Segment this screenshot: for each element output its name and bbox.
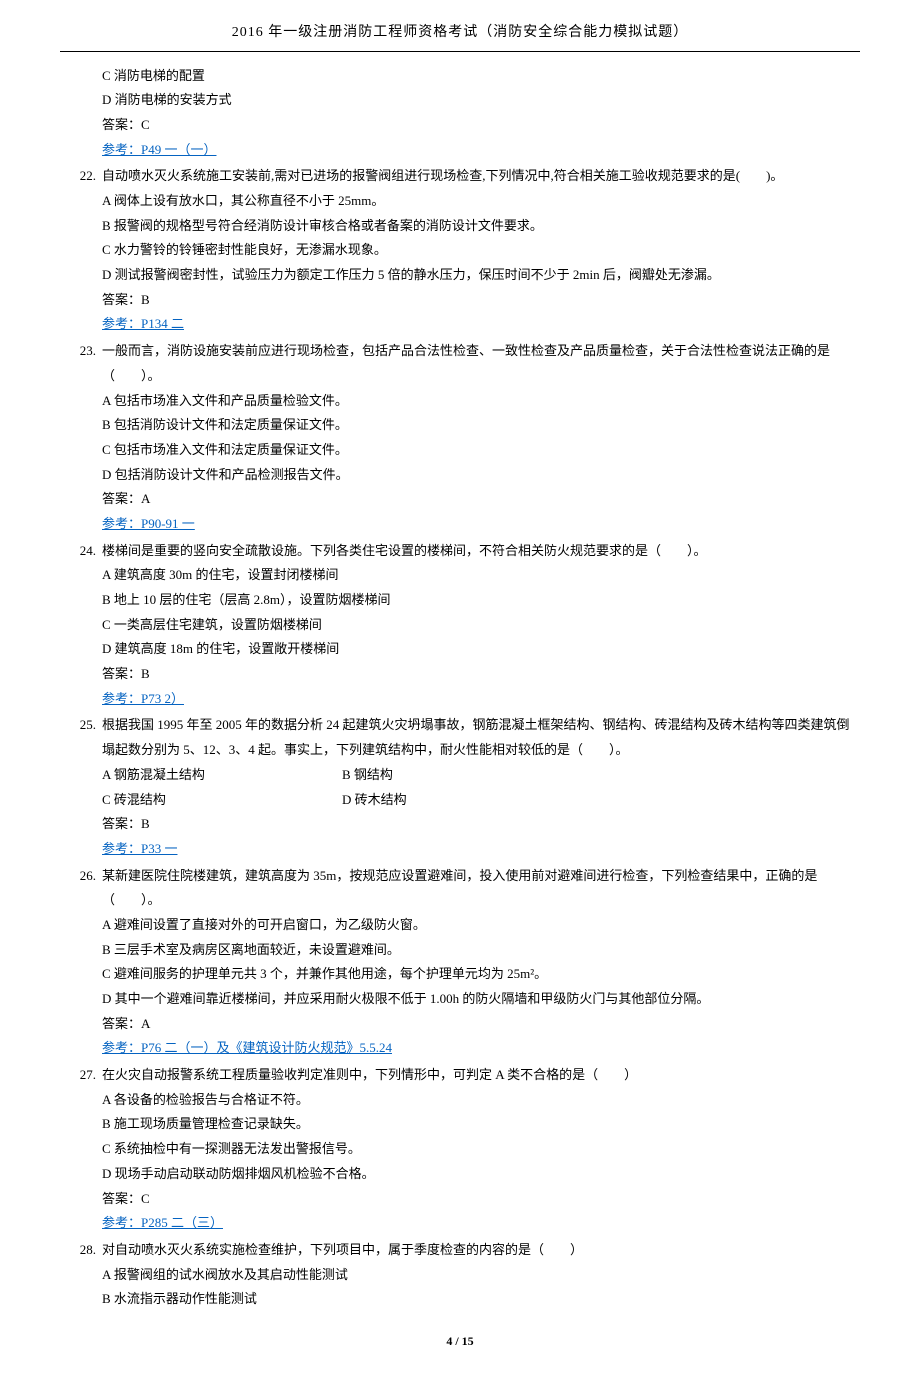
option-a: A 包括市场准入文件和产品质量检验文件。	[102, 389, 860, 414]
option-a: A 建筑高度 30m 的住宅，设置封闭楼梯间	[102, 563, 860, 588]
question-stem: 自动喷水灭火系统施工安装前,需对已进场的报警阀组进行现场检查,下列情况中,符合相…	[102, 164, 860, 189]
question-number: 23.	[60, 339, 102, 537]
option-d: D 其中一个避难间靠近楼梯间，并应采用耐火极限不低于 1.00h 的防火隔墙和甲…	[102, 987, 860, 1012]
option-d: D 消防电梯的安装方式	[102, 88, 860, 113]
option-b: B 包括消防设计文件和法定质量保证文件。	[102, 413, 860, 438]
question-stem: 一般而言，消防设施安装前应进行现场检查，包括产品合法性检查、一致性检查及产品质量…	[102, 339, 860, 388]
option-b: B 施工现场质量管理检查记录缺失。	[102, 1112, 860, 1137]
option-c: C 砖混结构	[102, 788, 342, 813]
question-stem: 对自动喷水灭火系统实施检查维护，下列项目中，属于季度检查的内容的是（ ）	[102, 1238, 860, 1263]
option-c: C 系统抽检中有一探测器无法发出警报信号。	[102, 1137, 860, 1162]
answer-label: 答案：B	[102, 662, 860, 687]
option-b: B 水流指示器动作性能测试	[102, 1287, 860, 1312]
reference-link[interactable]: 参考：P73 2）	[102, 691, 184, 706]
answer-label: 答案：B	[102, 812, 860, 837]
answer-label: 答案：C	[102, 113, 860, 138]
question-22: 22. 自动喷水灭火系统施工安装前,需对已进场的报警阀组进行现场检查,下列情况中…	[60, 164, 860, 337]
option-d: D 测试报警阀密封性，试验压力为额定工作压力 5 倍的静水压力，保压时间不少于 …	[102, 263, 860, 288]
question-25: 25. 根据我国 1995 年至 2005 年的数据分析 24 起建筑火灾坍塌事…	[60, 713, 860, 861]
option-c: C 避难间服务的护理单元共 3 个，并兼作其他用途，每个护理单元均为 25m²。	[102, 962, 860, 987]
option-d: D 现场手动启动联动防烟排烟风机检验不合格。	[102, 1162, 860, 1187]
question-23: 23. 一般而言，消防设施安装前应进行现场检查，包括产品合法性检查、一致性检查及…	[60, 339, 860, 537]
answer-label: 答案：B	[102, 288, 860, 313]
page-header: 2016 年一级注册消防工程师资格考试（消防安全综合能力模拟试题）	[60, 20, 860, 52]
option-a: A 阀体上设有放水口，其公称直径不小于 25mm。	[102, 189, 860, 214]
option-d: D 砖木结构	[342, 788, 582, 813]
reference-link[interactable]: 参考：P76 二（一）及《建筑设计防火规范》5.5.24	[102, 1040, 392, 1055]
question-number: 26.	[60, 864, 102, 1062]
option-b: B 报警阀的规格型号符合经消防设计审核合格或者备案的消防设计文件要求。	[102, 214, 860, 239]
question-21-continued: C 消防电梯的配置 D 消防电梯的安装方式 答案：C 参考：P49 一（一）	[60, 64, 860, 163]
question-stem: 在火灾自动报警系统工程质量验收判定准则中，下列情形中，可判定 A 类不合格的是（…	[102, 1063, 860, 1088]
question-number: 27.	[60, 1063, 102, 1236]
question-26: 26. 某新建医院住院楼建筑，建筑高度为 35m，按规范应设置避难间，投入使用前…	[60, 864, 860, 1062]
option-a: A 钢筋混凝土结构	[102, 763, 342, 788]
question-24: 24. 楼梯间是重要的竖向安全疏散设施。下列各类住宅设置的楼梯间，不符合相关防火…	[60, 539, 860, 712]
option-c: C 水力警铃的铃锤密封性能良好，无渗漏水现象。	[102, 238, 860, 263]
option-c: C 包括市场准入文件和法定质量保证文件。	[102, 438, 860, 463]
question-27: 27. 在火灾自动报警系统工程质量验收判定准则中，下列情形中，可判定 A 类不合…	[60, 1063, 860, 1236]
question-stem: 某新建医院住院楼建筑，建筑高度为 35m，按规范应设置避难间，投入使用前对避难间…	[102, 864, 860, 913]
option-d: D 建筑高度 18m 的住宅，设置敞开楼梯间	[102, 637, 860, 662]
option-b: B 地上 10 层的住宅（层高 2.8m），设置防烟楼梯间	[102, 588, 860, 613]
option-b: B 三层手术室及病房区离地面较近，未设置避难间。	[102, 938, 860, 963]
answer-label: 答案：A	[102, 1012, 860, 1037]
question-number: 28.	[60, 1238, 102, 1312]
answer-label: 答案：A	[102, 487, 860, 512]
reference-link[interactable]: 参考：P285 二（三）	[102, 1215, 223, 1230]
option-a: A 报警阀组的试水阀放水及其启动性能测试	[102, 1263, 860, 1288]
question-number: 24.	[60, 539, 102, 712]
question-number: 25.	[60, 713, 102, 861]
reference-link[interactable]: 参考：P90-91 一	[102, 516, 195, 531]
question-stem: 楼梯间是重要的竖向安全疏散设施。下列各类住宅设置的楼梯间，不符合相关防火规范要求…	[102, 539, 860, 564]
answer-label: 答案：C	[102, 1187, 860, 1212]
option-b: B 钢结构	[342, 763, 582, 788]
option-c: C 一类高层住宅建筑，设置防烟楼梯间	[102, 613, 860, 638]
reference-link[interactable]: 参考：P134 二	[102, 316, 184, 331]
option-c: C 消防电梯的配置	[102, 64, 860, 89]
question-28: 28. 对自动喷水灭火系统实施检查维护，下列项目中，属于季度检查的内容的是（ ）…	[60, 1238, 860, 1312]
reference-link[interactable]: 参考：P49 一（一）	[102, 142, 216, 157]
option-a: A 各设备的检验报告与合格证不符。	[102, 1088, 860, 1113]
option-a: A 避难间设置了直接对外的可开启窗口，为乙级防火窗。	[102, 913, 860, 938]
page-footer: 4 / 15	[60, 1330, 860, 1353]
option-d: D 包括消防设计文件和产品检测报告文件。	[102, 463, 860, 488]
question-number: 22.	[60, 164, 102, 337]
reference-link[interactable]: 参考：P33 一	[102, 841, 177, 856]
question-stem: 根据我国 1995 年至 2005 年的数据分析 24 起建筑火灾坍塌事故，钢筋…	[102, 713, 860, 762]
